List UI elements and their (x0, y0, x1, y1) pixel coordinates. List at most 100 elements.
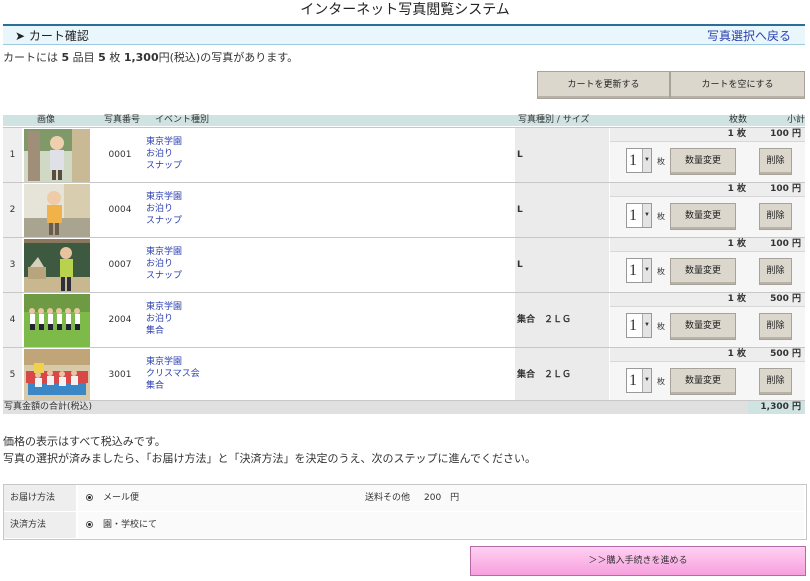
delete-button[interactable]: 削除 (759, 313, 792, 340)
photo-thumbnail[interactable] (24, 184, 90, 237)
row-number: 1 (3, 128, 22, 183)
chevron-down-icon: ▼ (642, 204, 651, 227)
event-line[interactable]: 東京学園 (146, 136, 515, 148)
row-number: 4 (3, 293, 22, 348)
change-qty-button[interactable]: 数量変更 (670, 203, 736, 230)
delete-button[interactable]: 削除 (759, 148, 792, 175)
quantity-select[interactable]: 1 ▼ (626, 258, 652, 283)
event-line[interactable]: スナップ (146, 160, 515, 172)
chevron-down-icon: ▼ (642, 369, 651, 392)
event-line[interactable]: 東京学園 (146, 246, 515, 258)
chevron-down-icon: ▼ (642, 259, 651, 282)
header-event: イベント種別 (155, 115, 210, 125)
qty-value: 1 枚 (727, 129, 746, 139)
row-number: 5 (3, 348, 22, 403)
event-line[interactable]: 東京学園 (146, 356, 515, 368)
delivery-label: お届け方法 (4, 485, 76, 511)
table-row: 2 0004 東京学園 お泊り スナップ L 1 ▼ 枚 数量変更 1 枚 10… (3, 182, 805, 238)
event-line[interactable]: スナップ (146, 270, 515, 282)
chevron-down-icon: ▼ (642, 314, 651, 337)
photo-id: 3001 (95, 348, 145, 403)
empty-cart-button[interactable]: カートを空にする (670, 71, 805, 99)
quantity-select[interactable]: 1 ▼ (626, 148, 652, 173)
qty-unit: 枚 (657, 322, 665, 331)
photo-thumbnail[interactable] (24, 129, 90, 182)
subtotal-value: 100 円 (770, 129, 801, 139)
photo-type-size: 集合 ２ＬＧ (515, 348, 609, 403)
qty-value: 1 枚 (727, 349, 746, 359)
photo-type-size: 集合 ２ＬＧ (515, 293, 609, 348)
page-title: インターネット写真閲覧システム (300, 2, 510, 18)
delete-button[interactable]: 削除 (759, 368, 792, 395)
photo-thumbnail[interactable] (24, 349, 90, 402)
event-line[interactable]: 集合 (146, 325, 515, 337)
cart-heading-label: カート確認 (28, 29, 89, 43)
shipping-label: 送料その他 (365, 493, 411, 503)
photo-type-size: L (515, 238, 609, 293)
table-row: 1 0001 東京学園 お泊り スナップ L 1 ▼ 枚 数量変更 1 枚 10… (3, 127, 805, 183)
back-to-selection-link[interactable]: 写真選択へ戻る (707, 27, 791, 44)
change-qty-button[interactable]: 数量変更 (670, 313, 736, 340)
quantity-select[interactable]: 1 ▼ (626, 313, 652, 338)
quantity-select-value: 1 (629, 152, 637, 169)
chevron-down-icon: ▼ (642, 149, 651, 172)
delivery-row: お届け方法 メール便 送料その他 200 円 (4, 485, 806, 511)
payment-radio[interactable] (86, 521, 93, 528)
header-subtotal: 小計 (787, 115, 806, 125)
event-line[interactable]: お泊り (146, 258, 515, 270)
table-row: 3 0007 東京学園 お泊り スナップ L 1 ▼ 枚 数量変更 1 枚 10… (3, 237, 805, 293)
quantity-select-value: 1 (629, 317, 637, 334)
delivery-value-cell: メール便 送料その他 200 円 (78, 485, 804, 511)
header-type-size: 写真種別 / サイズ (518, 115, 590, 125)
event-line[interactable]: お泊り (146, 313, 515, 325)
payment-row: 決済方法 園・学校にて (4, 512, 806, 538)
delete-button[interactable]: 削除 (759, 203, 792, 230)
delivery-radio[interactable] (86, 494, 93, 501)
qty-subtotal-strip: 1 枚 500 円 (610, 293, 805, 307)
delivery-value: メール便 (103, 493, 140, 503)
subtotal-value: 500 円 (770, 349, 801, 359)
cart-heading: ➤ カート確認 (15, 27, 89, 44)
table-row: 4 2004 東京学園 お泊り 集合 集合 ２ＬＧ 1 ▼ 枚 数量変更 1 枚… (3, 292, 805, 348)
photo-thumbnail[interactable] (24, 239, 90, 292)
event-cell: 東京学園 お泊り 集合 (146, 293, 515, 348)
proceed-purchase-button[interactable]: ＞＞購入手続きを進める (470, 546, 806, 576)
event-line[interactable]: スナップ (146, 215, 515, 227)
change-qty-button[interactable]: 数量変更 (670, 258, 736, 285)
quantity-select[interactable]: 1 ▼ (626, 203, 652, 228)
event-line[interactable]: 集合 (146, 380, 515, 392)
event-line[interactable]: 東京学園 (146, 191, 515, 203)
note-line: 写真の選択が済みましたら、「お届け方法」と「決済方法」を決定のうえ、次のステップ… (3, 452, 536, 465)
event-line[interactable]: 東京学園 (146, 301, 515, 313)
event-line[interactable]: クリスマス会 (146, 368, 515, 380)
qty-subtotal-strip: 1 枚 100 円 (610, 238, 805, 252)
event-cell: 東京学園 お泊り スナップ (146, 183, 515, 238)
quantity-select-value: 1 (629, 372, 637, 389)
qty-value: 1 枚 (727, 294, 746, 304)
change-qty-button[interactable]: 数量変更 (670, 368, 736, 395)
notes: 価格の表示はすべて税込みです。 写真の選択が済みましたら、「お届け方法」と「決済… (3, 433, 536, 467)
payment-value: 園・学校にて (103, 520, 158, 530)
photo-thumbnail[interactable] (24, 294, 90, 347)
event-line[interactable]: お泊り (146, 148, 515, 160)
delete-button[interactable]: 削除 (759, 258, 792, 285)
update-cart-button[interactable]: カートを更新する (537, 71, 670, 99)
quantity-select-value: 1 (629, 207, 637, 224)
qty-unit: 枚 (657, 157, 665, 166)
event-line[interactable]: お泊り (146, 203, 515, 215)
qty-subtotal-strip: 1 枚 100 円 (610, 183, 805, 197)
qty-value: 1 枚 (727, 239, 746, 249)
photo-id: 0004 (95, 183, 145, 238)
quantity-select[interactable]: 1 ▼ (626, 368, 652, 393)
qty-unit: 枚 (657, 267, 665, 276)
table-row: 5 3001 東京学園 クリスマス会 集合 集合 ２ＬＧ 1 ▼ 枚 数量変更 … (3, 347, 805, 403)
event-cell: 東京学園 お泊り スナップ (146, 238, 515, 293)
note-line: 価格の表示はすべて税込みです。 (3, 435, 166, 448)
subtotal-value: 500 円 (770, 294, 801, 304)
header-image: 画像 (37, 115, 56, 125)
change-qty-button[interactable]: 数量変更 (670, 148, 736, 175)
qty-value: 1 枚 (727, 184, 746, 194)
photo-type-size: L (515, 128, 609, 183)
photo-id: 2004 (95, 293, 145, 348)
payment-label: 決済方法 (4, 512, 76, 538)
